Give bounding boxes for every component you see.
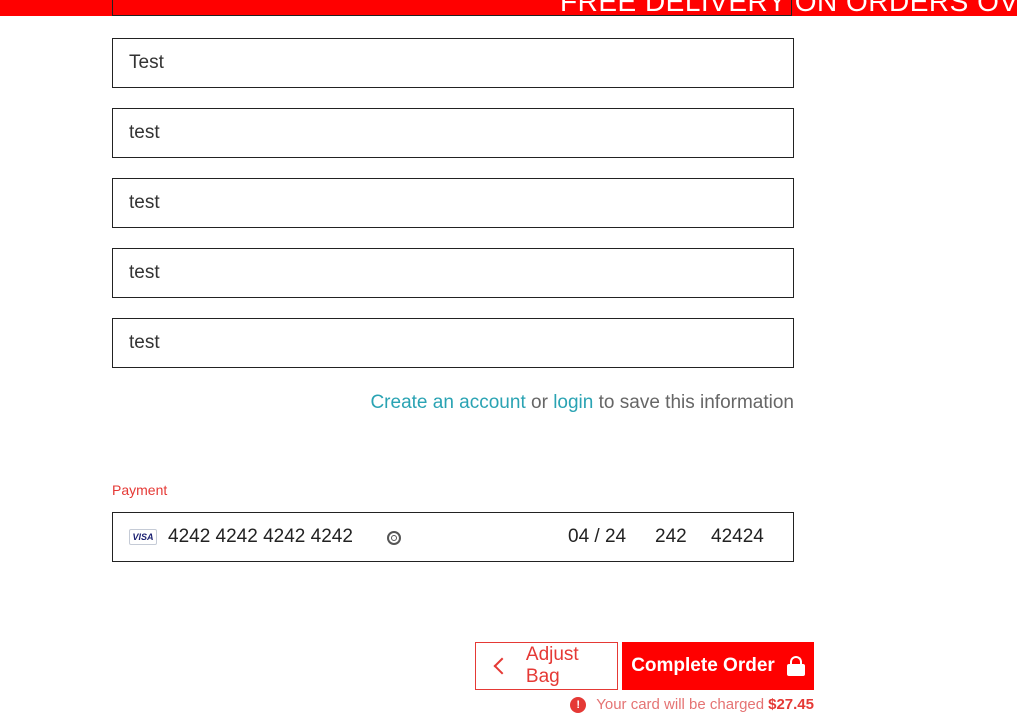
form-field-4-value: test [129, 262, 160, 283]
form-field-5-value: test [129, 332, 160, 353]
charge-amount: $27.45 [768, 696, 814, 713]
visa-icon: VISA [129, 529, 157, 545]
lock-icon [786, 656, 805, 676]
charge-notice: ! Your card will be charged $27.45 [570, 696, 814, 713]
chevron-left-icon [493, 657, 511, 675]
save-info-suffix: to save this information [598, 392, 794, 413]
alert-icon: ! [570, 696, 587, 713]
form-field-partial[interactable] [112, 0, 792, 16]
form-field-1-value: Test [129, 52, 164, 73]
form-field-5[interactable]: test [112, 318, 794, 368]
complete-order-label: Complete Order [631, 655, 775, 676]
adjust-bag-label: Adjust Bag [525, 644, 579, 687]
save-info-text: Create an account or login to save this … [370, 392, 794, 414]
card-input[interactable]: VISA 4242 4242 4242 4242 04 / 24 242 424… [112, 512, 794, 562]
adjust-bag-button[interactable]: Adjust Bag [475, 642, 618, 690]
form-field-3-value: test [129, 192, 160, 213]
complete-order-button[interactable]: Complete Order [622, 642, 814, 690]
autofill-link-icon[interactable] [387, 531, 401, 545]
card-expiry[interactable]: 04 / 24 [568, 526, 626, 548]
payment-label: Payment [112, 482, 168, 498]
form-field-4[interactable]: test [112, 248, 794, 298]
card-zip[interactable]: 42424 [711, 526, 764, 548]
form-field-2-value: test [129, 122, 160, 143]
login-link[interactable]: login [553, 392, 593, 413]
charge-text: Your card will be charged [596, 696, 765, 713]
form-field-3[interactable]: test [112, 178, 794, 228]
card-number[interactable]: 4242 4242 4242 4242 [168, 526, 353, 548]
create-account-link[interactable]: Create an account [370, 392, 525, 413]
form-field-1[interactable]: Test [112, 38, 794, 88]
or-text: or [531, 392, 548, 413]
card-cvc[interactable]: 242 [655, 526, 687, 548]
form-field-2[interactable]: test [112, 108, 794, 158]
